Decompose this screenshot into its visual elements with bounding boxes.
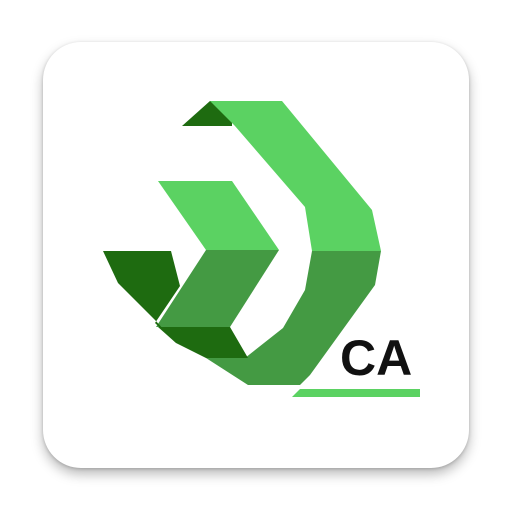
logo-chevron-upper [158,181,279,250]
app-icon-screen: CA [0,0,512,512]
logo-lower-connector [158,327,248,358]
logo-underline [292,389,420,397]
badge-text: CA [340,330,413,386]
green-chevron-logo-icon [103,101,420,397]
